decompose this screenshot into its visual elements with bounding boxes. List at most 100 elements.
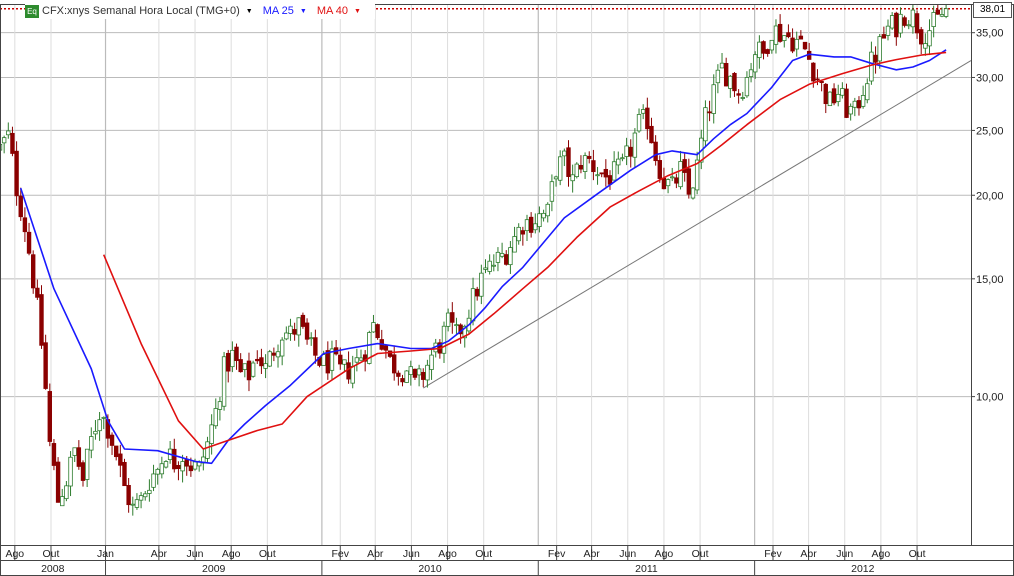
candle-body bbox=[93, 430, 98, 435]
candle-body bbox=[416, 368, 422, 376]
candle-body bbox=[599, 172, 604, 175]
ma25-dropdown-icon[interactable]: ▼ bbox=[300, 8, 307, 15]
candle-body bbox=[35, 287, 40, 298]
month-label: Jun bbox=[403, 548, 420, 560]
candle-body bbox=[383, 345, 389, 351]
candle-body bbox=[512, 236, 517, 253]
month-label: Fev bbox=[548, 548, 566, 560]
candle-body bbox=[255, 358, 260, 362]
candle-body bbox=[620, 157, 625, 160]
candle-body bbox=[595, 174, 600, 177]
candle-body bbox=[860, 95, 866, 107]
candle-body bbox=[665, 179, 671, 187]
candle-body bbox=[147, 489, 152, 494]
candle-body bbox=[64, 485, 69, 500]
ma40-dropdown-icon[interactable]: ▼ bbox=[354, 8, 361, 15]
candle-body bbox=[587, 155, 592, 159]
candle-body bbox=[6, 130, 11, 136]
candle-body bbox=[819, 81, 824, 84]
month-label: Ago bbox=[438, 548, 457, 560]
candle-body bbox=[188, 465, 194, 472]
candle-body bbox=[350, 366, 355, 384]
candle-body bbox=[852, 100, 858, 108]
candle-body bbox=[205, 441, 210, 459]
candle-body bbox=[325, 350, 331, 374]
candle-body bbox=[582, 155, 588, 172]
candle-body bbox=[910, 9, 916, 28]
candle-body bbox=[126, 485, 131, 506]
month-label: Abr bbox=[800, 548, 817, 560]
candle-body bbox=[811, 62, 816, 82]
candle-body bbox=[495, 251, 501, 263]
month-label: Out bbox=[475, 548, 492, 560]
candle-body bbox=[184, 459, 189, 467]
candle-body bbox=[935, 9, 941, 15]
candle-body bbox=[782, 35, 787, 41]
candle-body bbox=[707, 111, 712, 114]
candle-body bbox=[902, 17, 907, 26]
candle-body bbox=[263, 363, 268, 369]
candle-body bbox=[856, 100, 862, 109]
candle-body bbox=[719, 62, 725, 69]
candle-body bbox=[499, 253, 505, 257]
candle-body bbox=[180, 461, 185, 472]
candle-body bbox=[22, 217, 28, 233]
candle-body bbox=[475, 288, 480, 297]
candle-body bbox=[321, 354, 326, 366]
candle-body bbox=[827, 91, 833, 107]
candle-body bbox=[545, 203, 550, 217]
candle-body bbox=[894, 12, 899, 38]
candle-body bbox=[674, 177, 679, 184]
month-label: Abr bbox=[583, 548, 600, 560]
candle-body bbox=[221, 356, 227, 407]
candle-body bbox=[155, 468, 160, 475]
instrument-label[interactable]: CFX:xnys Semanal Hora Local (TMG+0) bbox=[42, 5, 240, 17]
month-label: Ago bbox=[222, 548, 241, 560]
candle-body bbox=[678, 161, 683, 188]
candle-body bbox=[18, 195, 23, 218]
month-label: Out bbox=[43, 548, 60, 560]
candle-body bbox=[549, 181, 555, 202]
candle-body bbox=[172, 448, 177, 470]
candle-body bbox=[143, 493, 148, 498]
month-label: Ago bbox=[5, 548, 24, 560]
candle-body bbox=[97, 419, 102, 432]
candle-body bbox=[487, 260, 492, 272]
month-label: Abr bbox=[367, 548, 384, 560]
candle-body bbox=[566, 147, 571, 177]
candle-body bbox=[76, 447, 82, 467]
candle-body bbox=[238, 359, 243, 373]
candle-body bbox=[101, 416, 106, 419]
candle-body bbox=[591, 160, 596, 173]
candle-body bbox=[400, 378, 405, 383]
candle-body bbox=[10, 132, 15, 154]
candle-body bbox=[47, 391, 52, 442]
ma25-legend[interactable]: MA 25 bbox=[263, 5, 294, 17]
year-label: 2009 bbox=[202, 563, 226, 575]
candle-body bbox=[259, 357, 264, 367]
month-label: Out bbox=[692, 548, 709, 560]
candle-body bbox=[209, 424, 214, 444]
candle-body bbox=[230, 349, 235, 368]
instrument-dropdown-icon[interactable]: ▼ bbox=[246, 8, 253, 15]
candle-body bbox=[736, 93, 741, 96]
candle-body bbox=[877, 36, 882, 62]
candle-body bbox=[611, 161, 617, 181]
candle-body bbox=[640, 109, 646, 114]
candle-body bbox=[624, 145, 629, 157]
candle-body bbox=[753, 54, 758, 73]
candle-body bbox=[375, 324, 380, 339]
candle-body bbox=[865, 83, 870, 101]
candle-body bbox=[836, 93, 841, 103]
ma40-legend[interactable]: MA 40 bbox=[317, 5, 348, 17]
candle-body bbox=[109, 434, 115, 446]
candle-body bbox=[723, 63, 729, 87]
candle-body bbox=[537, 213, 542, 228]
candle-body bbox=[271, 352, 277, 356]
candle-body bbox=[60, 496, 65, 507]
candle-body bbox=[118, 453, 123, 466]
candle-body bbox=[748, 69, 754, 78]
candle-body bbox=[284, 332, 289, 340]
candle-body bbox=[72, 447, 77, 456]
candle-body bbox=[645, 107, 650, 130]
